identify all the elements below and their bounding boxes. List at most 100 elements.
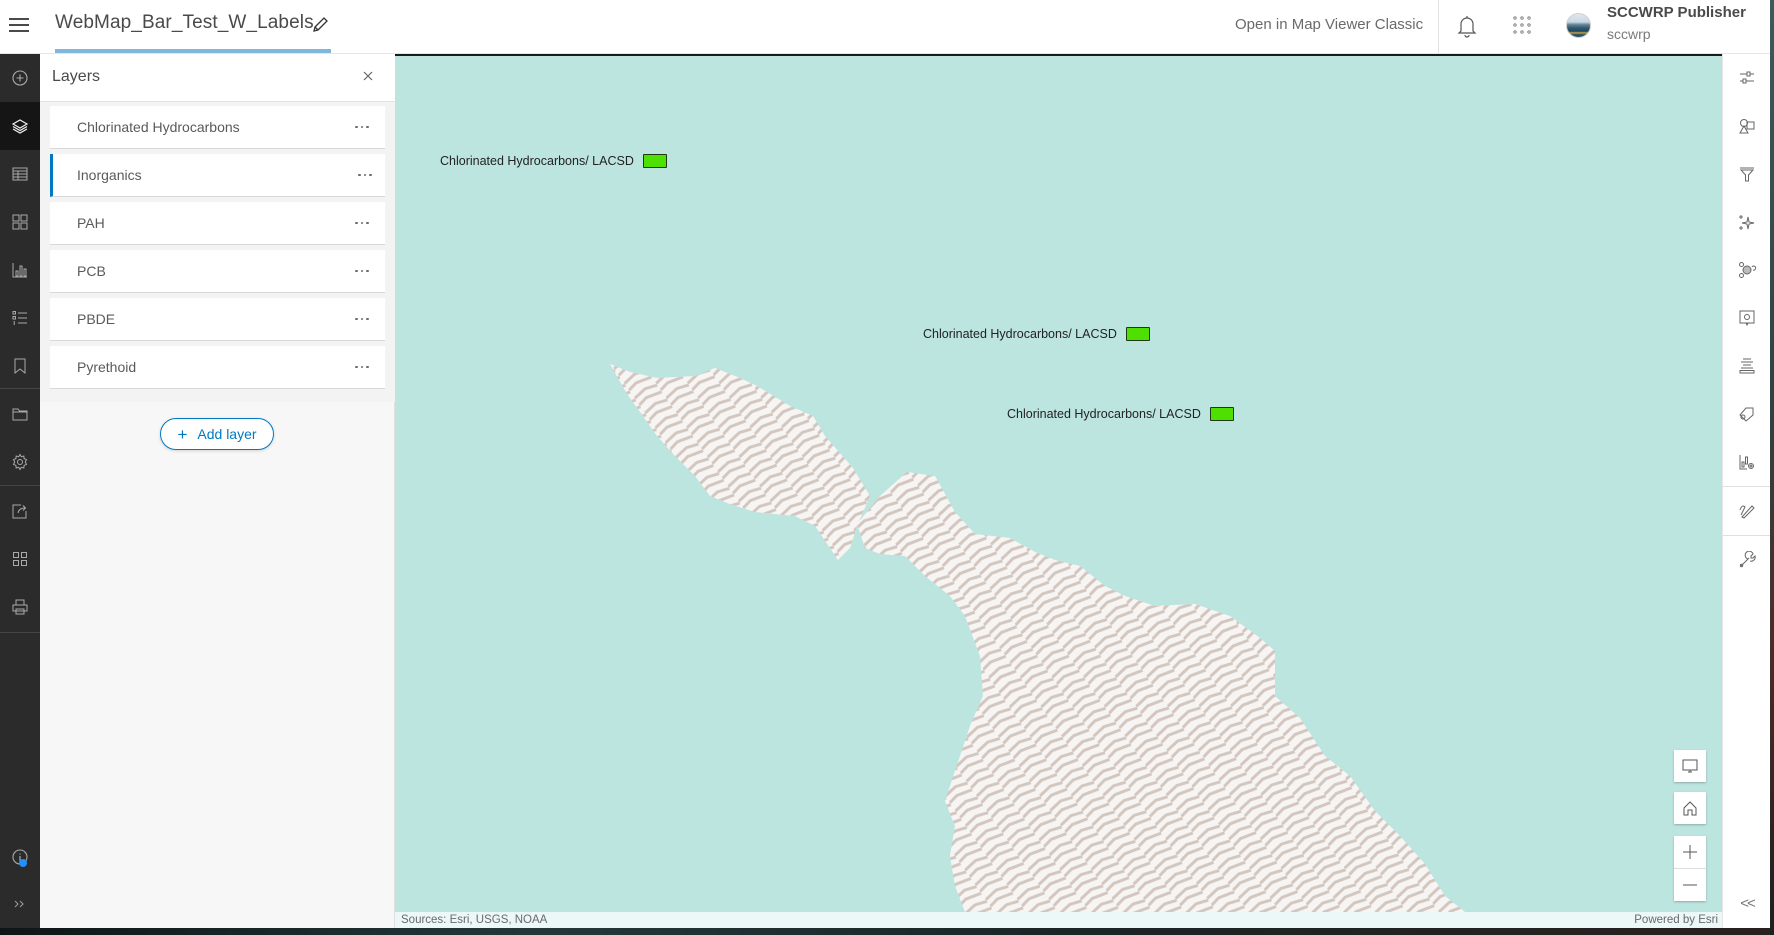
map-label[interactable]: Chlorinated Hydrocarbons/ LACSD <box>923 327 1150 341</box>
zoom-out-button[interactable] <box>1674 869 1706 901</box>
map-label-text: Chlorinated Hydrocarbons/ LACSD <box>1007 407 1201 421</box>
more-options-icon[interactable] <box>350 262 374 280</box>
layer-item[interactable]: Chlorinated Hydrocarbons <box>50 106 385 149</box>
clustering-icon <box>1739 262 1756 278</box>
popups-button[interactable] <box>1723 294 1771 342</box>
more-options-icon[interactable] <box>350 358 374 376</box>
home-icon <box>1683 801 1697 816</box>
avatar[interactable] <box>1566 13 1591 38</box>
open-classic-link[interactable]: Open in Map Viewer Classic <box>1235 16 1423 33</box>
expand-icon <box>14 900 24 908</box>
apps-grid-icon[interactable] <box>1512 15 1532 35</box>
rail-print-button[interactable] <box>0 583 40 631</box>
measure-button[interactable] <box>1723 536 1771 584</box>
more-options-icon[interactable] <box>350 214 374 232</box>
styles-button[interactable] <box>1723 102 1771 150</box>
header-divider <box>1438 0 1439 54</box>
rail-separator <box>0 388 40 389</box>
rail-whats-new-button[interactable] <box>0 833 40 881</box>
measure-icon <box>1739 551 1756 568</box>
bar-symbol <box>642 154 667 168</box>
layer-item[interactable]: PAH <box>50 202 385 245</box>
effects-button[interactable] <box>1723 198 1771 246</box>
user-name[interactable]: SCCWRP Publisher <box>1607 4 1746 21</box>
home-button[interactable] <box>1674 792 1706 824</box>
layer-item[interactable]: PCB <box>50 250 385 293</box>
island-terrain <box>610 364 1465 912</box>
layer-item[interactable]: Inorganics <box>50 154 385 197</box>
attribution-sources[interactable]: Sources: Esri, USGS, NOAA <box>401 914 547 926</box>
clustering-button[interactable] <box>1723 246 1771 294</box>
rail-legend-button[interactable] <box>0 294 40 342</box>
filter-icon <box>1739 167 1755 182</box>
desktop-background-edge <box>1770 0 1774 935</box>
island-main-body <box>857 472 1465 912</box>
layer-name: Pyrethoid <box>77 359 137 375</box>
bell-icon[interactable] <box>1456 14 1478 38</box>
rail-charts-button[interactable] <box>0 246 40 294</box>
map-label[interactable]: Chlorinated Hydrocarbons/ LACSD <box>440 154 667 168</box>
effects-icon <box>1739 215 1755 230</box>
labels-button[interactable] <box>1723 390 1771 438</box>
rail-basemap-button[interactable] <box>0 198 40 246</box>
rail-add-button[interactable] <box>0 54 40 102</box>
styles-icon <box>1739 119 1755 134</box>
popups-icon <box>1739 310 1755 327</box>
rail-create-app-button[interactable] <box>0 535 40 583</box>
rail-share-button[interactable] <box>0 487 40 535</box>
add-circle-icon <box>12 70 28 86</box>
layer-name: Inorganics <box>77 167 142 183</box>
rail-bookmarks-button[interactable] <box>0 342 40 390</box>
full-screen-button[interactable] <box>1674 750 1706 782</box>
more-options-icon[interactable] <box>350 118 374 136</box>
edit-icon[interactable] <box>310 15 330 35</box>
filter-button[interactable] <box>1723 150 1771 198</box>
panel-header: Layers <box>40 54 395 102</box>
rail-tables-button[interactable] <box>0 150 40 198</box>
fields-button[interactable] <box>1723 342 1771 390</box>
more-options-icon[interactable] <box>353 166 377 184</box>
layer-name: PCB <box>77 263 106 279</box>
sketch-button[interactable] <box>1723 487 1771 535</box>
map-label[interactable]: Chlorinated Hydrocarbons/ LACSD <box>1007 407 1234 421</box>
map-viewer-window: WebMap_Bar_Test_W_Labels Open in Map Vie… <box>0 0 1774 928</box>
sketch-icon <box>1739 505 1755 519</box>
map-title[interactable]: WebMap_Bar_Test_W_Labels <box>55 12 314 34</box>
close-icon[interactable] <box>360 68 376 84</box>
layer-item[interactable]: PBDE <box>50 298 385 341</box>
layer-item[interactable]: Pyrethoid <box>50 346 385 389</box>
plus-icon: + <box>177 424 188 444</box>
menu-icon[interactable] <box>9 17 29 33</box>
panel-title: Layers <box>52 68 101 85</box>
gear-icon <box>12 453 28 471</box>
properties-button[interactable] <box>1723 54 1771 102</box>
bar-symbol <box>1209 407 1234 421</box>
more-options-icon[interactable] <box>350 310 374 328</box>
configure-charts-button[interactable] <box>1723 438 1771 486</box>
attribution-powered-by[interactable]: Powered by Esri <box>1634 914 1718 926</box>
map-view[interactable]: Chlorinated Hydrocarbons/ LACSD Chlorina… <box>395 54 1722 928</box>
zoom-controls <box>1674 836 1706 901</box>
right-settings-bar: << <box>1722 54 1771 928</box>
zoom-in-button[interactable] <box>1674 836 1706 868</box>
island-west-lobe <box>610 364 870 560</box>
rail-expand-button[interactable] <box>0 880 40 928</box>
add-layer-button[interactable]: + Add layer <box>160 418 274 450</box>
layer-name: PBDE <box>77 311 116 327</box>
layers-panel: Layers Chlorinated Hydrocarbons Inorgani… <box>40 54 395 928</box>
rail-layers-button[interactable] <box>0 102 40 150</box>
configure-charts-icon <box>1739 455 1754 470</box>
rail-map-properties-button[interactable] <box>0 438 40 486</box>
title-underline <box>55 49 331 53</box>
layer-name: PAH <box>77 215 105 231</box>
bar-symbol <box>1125 327 1150 341</box>
map-label-text: Chlorinated Hydrocarbons/ LACSD <box>440 154 634 168</box>
bookmark-icon <box>14 358 26 375</box>
collapse-toolbar-button[interactable]: << <box>1723 888 1771 918</box>
rail-save-open-button[interactable] <box>0 390 40 438</box>
add-layer-label: Add layer <box>197 426 257 442</box>
user-handle: sccwrp <box>1607 26 1651 42</box>
zoom-in-icon <box>1683 845 1697 859</box>
legend-icon <box>12 311 27 325</box>
left-action-bar <box>0 54 40 928</box>
